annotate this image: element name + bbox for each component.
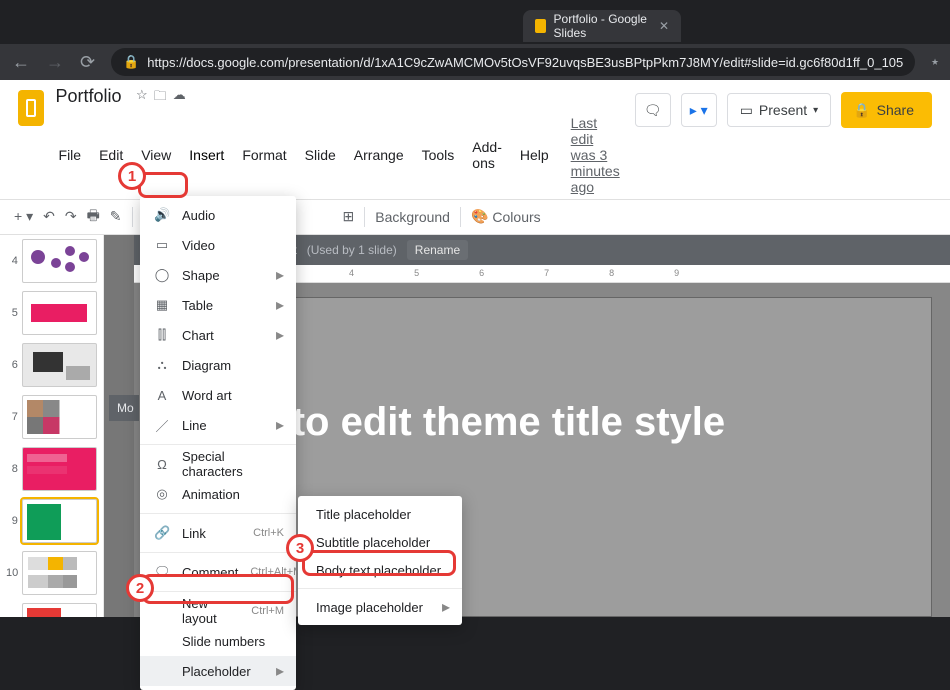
lock-icon: 🔒 [123,54,139,70]
video-icon: ▭ [154,237,170,253]
undo-button[interactable]: ↶ [43,208,55,225]
chevron-right-icon: ▸ [276,661,284,681]
slide-thumb-4[interactable] [22,239,97,283]
cloud-icon[interactable]: ☁ [173,87,186,109]
line-icon: ／ [154,416,170,435]
present-button[interactable]: ▭ Present ▾ [727,93,832,127]
rename-button[interactable]: Rename [407,240,468,260]
annotation-number-2: 2 [126,574,154,602]
text-box-button[interactable]: ⊞ [343,208,355,225]
theme-strip-label: Mo [109,395,139,421]
chevron-right-icon: ▸ [276,415,284,435]
chevron-right-icon: ▸ [276,325,284,345]
slide-thumb-9[interactable] [22,499,97,543]
animation-icon: ◎ [154,486,170,502]
diagram-icon: ⛬ [154,357,170,373]
link-icon: 🔗 [154,525,170,541]
annotation-number-3: 3 [286,534,314,562]
colours-button[interactable]: 🎨 Colours [471,208,541,225]
chevron-right-icon: ▸ [276,295,284,315]
chart-icon: ⫿⫿ [154,327,170,343]
chevron-right-icon: ▸ [276,265,284,285]
chevron-down-icon: ▾ [813,105,818,116]
slides-favicon [535,19,546,33]
redo-button[interactable]: ↷ [65,208,77,225]
tab-title: Portfolio - Google Slides [554,12,651,40]
print-button[interactable]: 🖶 [87,205,100,229]
paint-format-button[interactable]: ✎ [110,208,122,225]
theme-strip[interactable] [104,235,134,617]
lock-icon: 🔒 [853,102,870,119]
insert-shape[interactable]: ◯Shape▸ [140,260,296,290]
last-edit-link[interactable]: Last edit was 3 minutes ago [564,111,627,199]
menu-view[interactable]: View [134,143,178,167]
share-button[interactable]: 🔒 Share [841,92,932,128]
insert-table[interactable]: ▦Table▸ [140,290,296,320]
google-slides-logo[interactable] [18,90,44,126]
slide-thumb-7[interactable] [22,395,97,439]
filmstrip[interactable]: 4 5 6 7 8 9 10 11 [0,235,104,617]
omega-icon: Ω [154,457,170,472]
new-slide-button[interactable]: + ▾ [14,208,33,225]
insert-audio[interactable]: 🔊Audio [140,200,296,230]
audio-icon: 🔊 [154,207,170,223]
insert-wordart[interactable]: AWord art [140,380,296,410]
insert-placeholder[interactable]: Placeholder▸ [140,656,296,686]
background-button[interactable]: Background [375,209,450,225]
submenu-image-placeholder[interactable]: Image placeholder▸ [298,593,462,621]
slide-thumb-6[interactable] [22,343,97,387]
reload-button[interactable]: ⟳ [80,52,95,73]
insert-video[interactable]: ▭Video [140,230,296,260]
menu-addons[interactable]: Add-ons [465,135,509,175]
share-label: Share [877,102,914,118]
slide-thumb-11[interactable] [22,603,97,617]
table-icon: ▦ [154,297,170,313]
insert-link[interactable]: 🔗LinkCtrl+K [140,518,296,548]
star-icon[interactable]: ☆ [136,87,148,109]
annotation-box-2 [142,574,294,604]
move-icon[interactable]: 🗀 [154,87,167,109]
address-bar[interactable]: 🔒 https://docs.google.com/presentation/d… [111,48,915,76]
menu-help[interactable]: Help [513,143,556,167]
menu-arrange[interactable]: Arrange [347,143,411,167]
insert-diagram[interactable]: ⛬Diagram [140,350,296,380]
menu-format[interactable]: Format [235,143,293,167]
back-button[interactable]: ← [12,52,30,73]
slide-thumb-10[interactable] [22,551,97,595]
browser-tab[interactable]: Portfolio - Google Slides ✕ [523,10,681,42]
insert-special-characters[interactable]: ΩSpecial characters [140,449,296,479]
layout-used: (Used by 1 slide) [307,243,397,257]
chevron-right-icon: ▸ [442,597,450,617]
annotation-box-3 [302,550,456,576]
slide-thumb-8[interactable] [22,447,97,491]
annotation-number-1: 1 [118,162,146,190]
menu-tools[interactable]: Tools [415,143,462,167]
menu-insert[interactable]: Insert [182,143,231,167]
menu-slide[interactable]: Slide [298,143,343,167]
slide-thumb-5[interactable] [22,291,97,335]
insert-chart[interactable]: ⫿⫿Chart▸ [140,320,296,350]
insert-line[interactable]: ／Line▸ [140,410,296,440]
wordart-icon: A [154,388,170,403]
present-label: Present [759,102,807,118]
url-text: https://docs.google.com/presentation/d/1… [147,55,903,70]
insert-slide-numbers[interactable]: Slide numbers [140,626,296,656]
present-icon: ▭ [740,102,753,119]
shape-icon: ◯ [154,267,170,283]
menu-file[interactable]: File [52,143,89,167]
doc-title[interactable]: Portfolio [52,84,126,108]
insert-animation[interactable]: ◎Animation [140,479,296,509]
close-icon[interactable]: ✕ [659,19,669,33]
submenu-title-placeholder[interactable]: Title placeholder [298,500,462,528]
palette-icon: 🎨 [471,208,488,225]
comments-button[interactable]: 🗨 [635,93,671,127]
translate-icon[interactable]: ⭑ [931,53,949,71]
insert-menu-dropdown: 🔊Audio ▭Video ◯Shape▸ ▦Table▸ ⫿⫿Chart▸ ⛬… [140,196,296,690]
slideshow-button[interactable]: ▸ ▾ [681,93,717,127]
forward-button[interactable]: → [46,52,64,73]
